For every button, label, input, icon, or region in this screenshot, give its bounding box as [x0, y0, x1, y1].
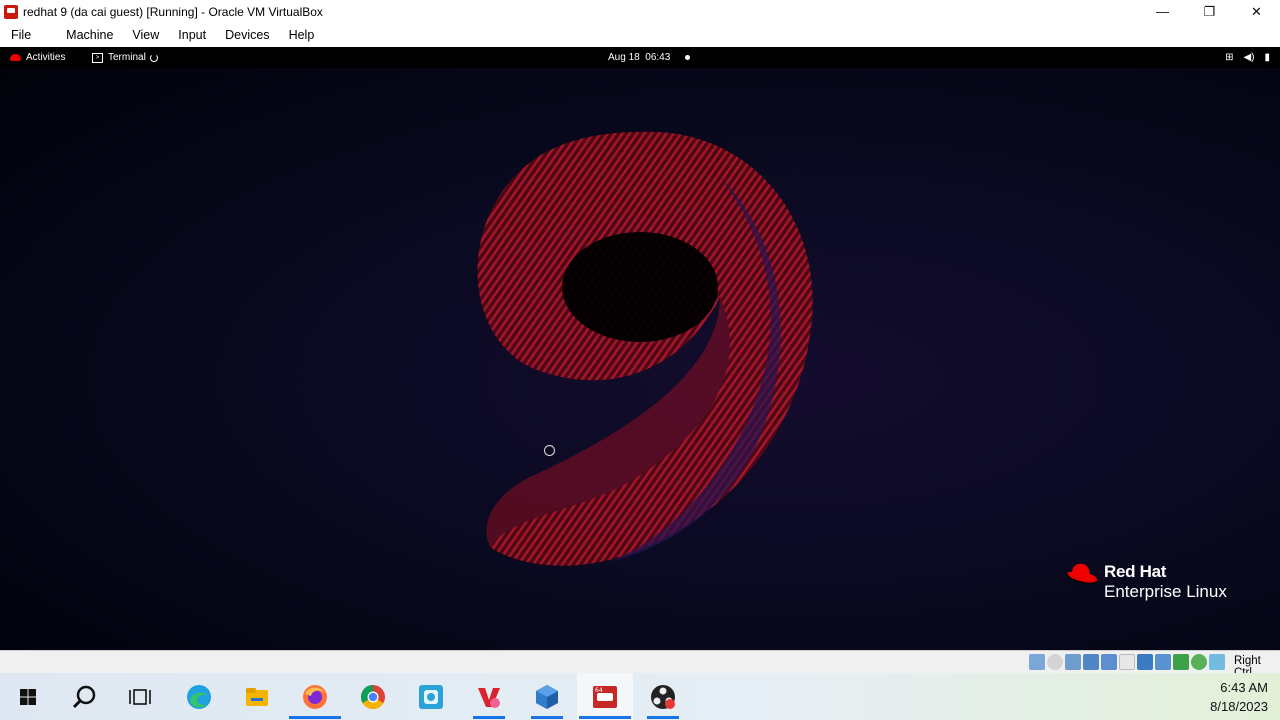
notification-dot-icon: [685, 55, 690, 60]
wps-icon[interactable]: [461, 673, 517, 720]
battery-icon: ▮: [1264, 52, 1270, 63]
menu-devices[interactable]: Devices: [217, 28, 277, 42]
taskbar-clock[interactable]: 6:43 AM 8/18/2023: [1210, 678, 1268, 716]
shared-folders-icon[interactable]: [1119, 654, 1135, 670]
activities-button[interactable]: Activities: [10, 47, 65, 68]
activities-label: Activities: [26, 52, 66, 63]
menu-bar: File Machine View Input Devices Help: [0, 23, 1280, 47]
loading-spinner-icon: [149, 53, 158, 62]
gnome-top-bar: Activities > Terminal Aug 18 06:43 ⊞ ◀) …: [0, 47, 1280, 68]
menu-file[interactable]: File: [3, 28, 39, 42]
gnome-clock[interactable]: Aug 18 06:43: [608, 47, 670, 68]
app-menu-terminal[interactable]: > Terminal: [92, 47, 158, 68]
volume-icon: ◀): [1243, 52, 1255, 63]
search-icon[interactable]: [56, 673, 112, 720]
taskbar-date: 8/18/2023: [1210, 699, 1268, 714]
windows-taskbar: 64 6:43 AM 8/18/2023: [0, 673, 1280, 720]
virtualbox-vm-icon: [4, 4, 18, 19]
mouse-integration-icon[interactable]: [1209, 654, 1225, 670]
network-icon: ⊞: [1225, 52, 1234, 63]
mouse-cursor-busy-icon: [544, 445, 555, 456]
vbox-status-bar: Right Ctrl: [0, 650, 1280, 679]
edge-icon[interactable]: [171, 673, 227, 720]
hard-disk-icon[interactable]: [1029, 654, 1045, 670]
brand-line-2: Enterprise Linux: [1104, 582, 1227, 601]
network-icon[interactable]: [1083, 654, 1099, 670]
file-explorer-icon[interactable]: [229, 673, 285, 720]
obs-icon[interactable]: [635, 673, 691, 720]
app-icon[interactable]: [403, 673, 459, 720]
redhat-hat-icon: [10, 54, 21, 61]
redhat-logo-icon: [1066, 563, 1098, 585]
menu-input[interactable]: Input: [170, 28, 214, 42]
usb-icon[interactable]: [1101, 654, 1117, 670]
cpu-icon[interactable]: [1191, 654, 1207, 670]
recording-icon[interactable]: [1173, 654, 1189, 670]
minimize-button[interactable]: —: [1139, 0, 1186, 23]
window-title-bar[interactable]: redhat 9 (da cai guest) [Running] - Orac…: [0, 0, 1280, 23]
optical-drive-icon[interactable]: [1047, 654, 1063, 670]
window-title: redhat 9 (da cai guest) [Running] - Orac…: [23, 4, 323, 19]
taskbar-time: 6:43 AM: [1220, 680, 1268, 695]
virtualbox-icon[interactable]: [519, 673, 575, 720]
restore-button[interactable]: ❐: [1186, 0, 1233, 23]
windows-start-icon[interactable]: [0, 673, 56, 720]
vm-display[interactable]: Activities > Terminal Aug 18 06:43 ⊞ ◀) …: [0, 47, 1280, 650]
redhat-vm-icon[interactable]: 64: [577, 673, 633, 720]
menu-view[interactable]: View: [124, 28, 167, 42]
close-button[interactable]: ✕: [1233, 0, 1280, 23]
display-icon[interactable]: [1137, 654, 1153, 670]
video-capture-icon[interactable]: [1155, 654, 1171, 670]
brand-line-1: Red Hat: [1104, 562, 1167, 581]
svg-text:64: 64: [595, 687, 603, 694]
chrome-icon[interactable]: [345, 673, 401, 720]
menu-help[interactable]: Help: [281, 28, 323, 42]
menu-machine[interactable]: Machine: [58, 28, 121, 42]
rhel-logo: Red Hat Enterprise Linux: [1064, 562, 1227, 602]
system-menu[interactable]: ⊞ ◀) ▮: [1225, 47, 1270, 68]
terminal-icon: >: [92, 52, 103, 63]
audio-icon[interactable]: [1065, 654, 1081, 670]
task-view-icon[interactable]: [112, 673, 168, 720]
firefox-icon[interactable]: [287, 673, 343, 720]
app-menu-label: Terminal: [108, 52, 146, 63]
rhel-nine-wallpaper: [477, 131, 813, 566]
clock-text: Aug 18 06:43: [608, 52, 671, 63]
